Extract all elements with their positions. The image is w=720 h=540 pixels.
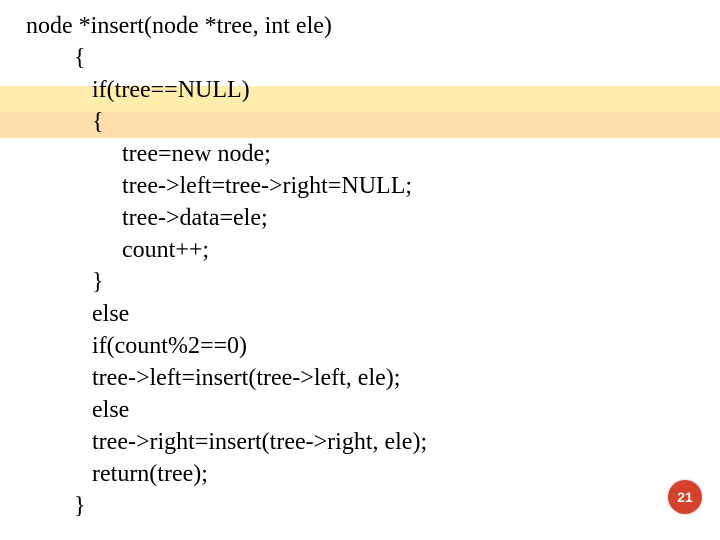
code-line: } (26, 269, 104, 295)
code-line: return(tree); (26, 461, 208, 487)
code-line: tree=new node; (26, 141, 271, 167)
slide: node *insert(node *tree, int ele) { if(t… (0, 0, 720, 540)
page-number-badge: 21 (668, 480, 702, 514)
code-line: if(tree==NULL) (26, 77, 250, 103)
code-line: else (26, 397, 129, 423)
code-line: tree->data=ele; (26, 205, 268, 231)
code-line: { (26, 109, 104, 135)
code-line: else (26, 301, 129, 327)
page-number: 21 (677, 489, 693, 505)
code-line: node *insert(node *tree, int ele) (26, 13, 332, 39)
code-line: { (26, 45, 86, 71)
code-line: if(count%2==0) (26, 333, 247, 359)
code-line: tree->right=insert(tree->right, ele); (26, 429, 427, 455)
code-line: count++; (26, 237, 209, 263)
code-line: tree->left=tree->right=NULL; (26, 173, 412, 199)
code-line: tree->left=insert(tree->left, ele); (26, 365, 400, 391)
code-block: node *insert(node *tree, int ele) { if(t… (26, 10, 427, 522)
code-line: } (26, 493, 86, 519)
